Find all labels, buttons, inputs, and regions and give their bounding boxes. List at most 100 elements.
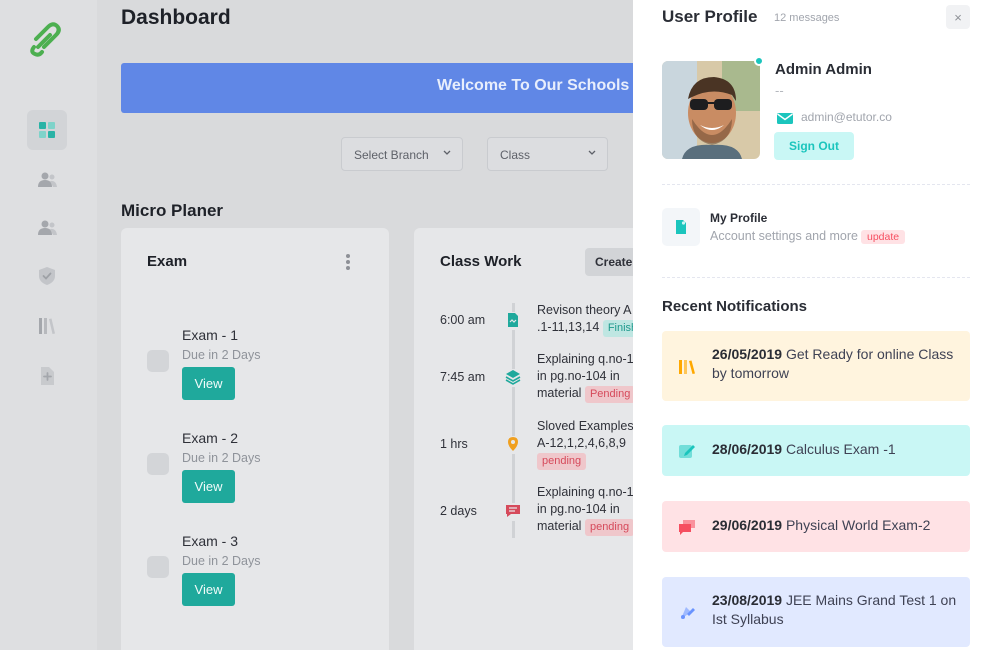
timeline-line1: Sloved Examples (537, 419, 634, 433)
view-button[interactable]: View (182, 573, 235, 606)
exam-name: Exam - 2 (182, 430, 239, 446)
view-button[interactable]: View (182, 470, 235, 503)
library-icon (39, 318, 55, 334)
chevron-down-icon (443, 150, 451, 155)
profile-file-icon[interactable] (662, 208, 700, 246)
notification-date: 28/06/2019 (712, 441, 783, 457)
branch-select[interactable]: Select Branch (341, 137, 463, 171)
sidebar-item-users[interactable] (27, 160, 67, 200)
view-button[interactable]: View (182, 367, 235, 400)
sidebar-item-security[interactable] (27, 256, 67, 296)
messages-count: 12 messages (774, 12, 840, 24)
timeline-time: 1 hrs (440, 437, 468, 451)
exam-card: Exam Exam - 1 Due in 2 Days View Exam - … (121, 228, 389, 650)
file-add-icon (41, 367, 54, 385)
more-options-icon[interactable] (345, 254, 351, 272)
sidebar-item-groups[interactable] (27, 208, 67, 248)
timeline-text: Sloved Examples A-12,1,2,4,6,8,9 pending (537, 418, 642, 470)
close-button[interactable]: × (946, 5, 970, 29)
list-item: Exam - 1 Due in 2 Days View (145, 327, 365, 417)
exam-due: Due in 2 Days (182, 348, 261, 362)
notification-date: 29/06/2019 (712, 517, 783, 533)
notification-item[interactable]: 23/08/2019 JEE Mains Grand Test 1 on Ist… (662, 577, 970, 647)
timeline-time: 2 days (440, 504, 477, 518)
app-logo-icon[interactable] (28, 17, 64, 57)
sidebar (0, 0, 97, 650)
pen-tool-icon (681, 607, 695, 619)
class-select[interactable]: Class (487, 137, 608, 171)
notification-text: 23/08/2019 JEE Mains Grand Test 1 on Ist… (712, 591, 962, 629)
status-badge: pending (537, 453, 587, 470)
users-icon (38, 172, 57, 187)
status-badge: Pending (584, 386, 636, 403)
user-email[interactable]: admin@etutor.co (801, 110, 892, 124)
timeline-line2: in pg.no-104 in (537, 502, 620, 516)
file-icon (505, 312, 523, 330)
notification-item[interactable]: 26/05/2019 Get Ready for online Class by… (662, 331, 970, 401)
notification-date: 26/05/2019 (712, 346, 783, 362)
page-title: Dashboard (121, 6, 231, 29)
exam-checkbox[interactable] (147, 453, 169, 475)
timeline-time: 7:45 am (440, 370, 486, 384)
micro-planer-title: Micro Planer (121, 201, 224, 220)
divider (662, 184, 970, 185)
exam-checkbox[interactable] (147, 556, 169, 578)
exam-name: Exam - 1 (182, 327, 239, 343)
exam-name: Exam - 3 (182, 533, 239, 549)
notification-text: 28/06/2019 Calculus Exam -1 (712, 440, 962, 459)
list-item: Exam - 3 Due in 2 Days View (145, 533, 365, 623)
timeline-text: Explaining q.no-1 in pg.no-104 in materi… (537, 484, 642, 536)
timeline-text: Explaining q.no-1 in pg.no-104 in materi… (537, 351, 642, 403)
timeline-line1: Explaining q.no-1 (537, 485, 634, 499)
timeline-line1: Explaining q.no-1 (537, 352, 634, 366)
sidebar-item-dashboard[interactable] (27, 110, 67, 150)
online-status-dot (754, 56, 764, 66)
timeline-line2: in pg.no-104 in (537, 369, 620, 383)
chat-icon (679, 520, 695, 535)
timeline-line3: material (537, 519, 582, 533)
classwork-card: Class Work Create 6:00 am Revison theory… (414, 228, 645, 650)
chat-icon (505, 503, 523, 521)
notification-text: 26/05/2019 Get Ready for online Class by… (712, 345, 962, 383)
my-profile-subtitle: Account settings and more update (710, 229, 906, 244)
sign-out-button[interactable]: Sign Out (774, 132, 854, 160)
dashboard-icon (39, 122, 55, 138)
class-select-value: Class (500, 148, 531, 162)
group-icon (38, 220, 57, 235)
avatar (662, 61, 760, 159)
sidebar-item-add-file[interactable] (27, 356, 67, 396)
layers-icon (505, 369, 523, 387)
location-icon (505, 436, 523, 454)
notification-text: 29/06/2019 Physical World Exam-2 (712, 516, 962, 535)
my-profile-subtitle-text: Account settings and more (710, 229, 858, 243)
sidebar-item-library[interactable] (27, 306, 67, 346)
timeline-line2: A-12,1,2,4,6,8,9 (537, 436, 626, 450)
status-badge: pending (584, 519, 635, 536)
divider (662, 277, 970, 278)
welcome-banner: Welcome To Our Schools (121, 63, 721, 113)
list-item: Exam - 2 Due in 2 Days View (145, 430, 365, 520)
timeline-time: 6:00 am (440, 313, 486, 327)
notification-item[interactable]: 28/06/2019 Calculus Exam -1 (662, 425, 970, 476)
notification-date: 23/08/2019 (712, 592, 783, 608)
notification-message: Physical World Exam-2 (785, 517, 931, 533)
timeline-line1: Revison theory A (537, 303, 632, 317)
shield-check-icon (39, 267, 55, 285)
classwork-card-title: Class Work (440, 253, 522, 270)
exam-due: Due in 2 Days (182, 554, 261, 568)
timeline-text: Revison theory A .1-11,13,14 Finished (537, 302, 642, 337)
my-profile-link[interactable]: My Profile (710, 211, 767, 225)
user-profile-panel: User Profile 12 messages × Admin Admin -… (633, 0, 1000, 650)
update-badge: update (861, 230, 906, 244)
exam-due: Due in 2 Days (182, 451, 261, 465)
notification-message: Calculus Exam -1 (785, 441, 896, 457)
notification-item[interactable]: 29/06/2019 Physical World Exam-2 (662, 501, 970, 552)
exam-card-title: Exam (147, 253, 188, 270)
library-icon (679, 360, 695, 374)
recent-notifications-title: Recent Notifications (662, 298, 808, 315)
chevron-down-icon (588, 150, 596, 155)
edit-icon (679, 445, 695, 458)
exam-checkbox[interactable] (147, 350, 169, 372)
timeline-line2: .1-11,13,14 (537, 320, 600, 334)
branch-select-value: Select Branch (354, 148, 429, 162)
